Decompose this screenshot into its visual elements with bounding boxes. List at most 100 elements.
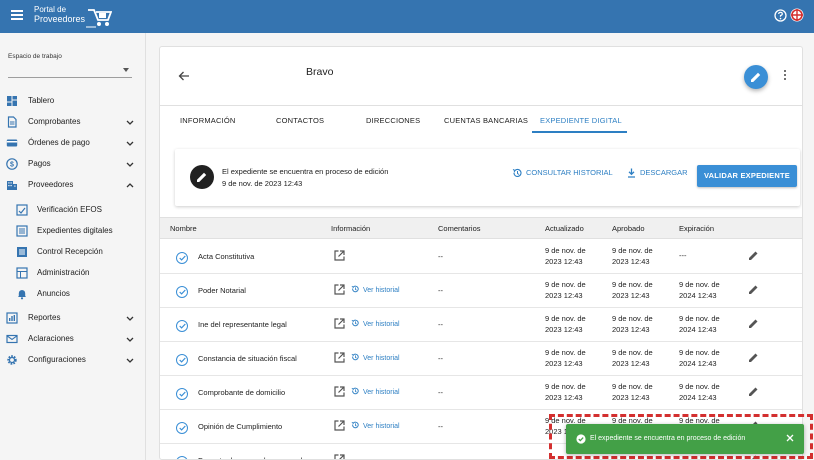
view-history-label: Ver historial xyxy=(363,389,400,396)
chevron-down-icon[interactable] xyxy=(126,314,134,322)
pencil-icon[interactable] xyxy=(748,386,759,397)
expiration-cell: 9 de nov. de2024 12:43 xyxy=(679,382,720,402)
chevron-down-icon[interactable] xyxy=(126,160,134,168)
view-history-label: Ver historial xyxy=(363,287,400,294)
admin-icon xyxy=(16,267,28,279)
sidebar-item-label: Control Recepción xyxy=(37,247,103,256)
updated-cell: 9 de nov. de 2023 12:43 xyxy=(545,348,586,368)
dollar-icon: $ xyxy=(6,158,18,170)
sidebar-item-proveedores[interactable]: Proveedores xyxy=(0,176,146,194)
view-history-link[interactable]: Ver historial xyxy=(351,285,400,294)
download-label: DESCARGAR xyxy=(640,168,688,177)
chevron-down-icon[interactable] xyxy=(126,139,134,147)
open-external-icon[interactable] xyxy=(334,454,345,460)
view-history-link[interactable]: Ver historial xyxy=(351,387,400,396)
chevron-down-icon[interactable] xyxy=(126,356,134,364)
check-circle-icon xyxy=(176,354,188,366)
col-aprobado: Aprobado xyxy=(612,224,645,233)
check-circle-icon xyxy=(176,388,188,400)
chevron-up-icon[interactable] xyxy=(126,181,134,189)
sidebar-item-expedientes-digitales[interactable]: Expedientes digitales xyxy=(0,222,146,240)
pencil-icon[interactable] xyxy=(748,352,759,363)
view-history-label: Ver historial xyxy=(363,321,400,328)
comments-cell: -- xyxy=(438,354,443,363)
close-icon[interactable] xyxy=(786,434,794,442)
sidebar-item-órdenes-de-pago[interactable]: Órdenes de pago xyxy=(0,134,146,152)
expiration-cell: --- xyxy=(679,251,687,260)
open-external-icon[interactable] xyxy=(334,318,345,329)
menu-icon[interactable] xyxy=(11,10,23,20)
tab-informaci-n[interactable]: INFORMACIÓN xyxy=(180,108,236,134)
tab-contactos[interactable]: CONTACTOS xyxy=(276,108,324,134)
gear-icon xyxy=(7,355,17,365)
app-logo[interactable]: Portal de Proveedores xyxy=(33,3,113,29)
open-external-icon[interactable] xyxy=(334,284,345,295)
chevron-down-icon[interactable] xyxy=(126,118,134,126)
sidebar-item-comprobantes[interactable]: Comprobantes xyxy=(0,113,146,131)
page-title: Bravo xyxy=(306,66,334,78)
updated-cell: 9 de nov. de 2023 12:43 xyxy=(545,280,586,300)
dropdown-caret-icon xyxy=(123,68,129,72)
sidebar-item-label: Tablero xyxy=(28,96,55,105)
tab-direcciones[interactable]: DIRECCIONES xyxy=(366,108,420,134)
col-comentarios: Comentarios xyxy=(438,224,481,233)
table-header: Nombre Información Comentarios Actualiza… xyxy=(160,217,802,239)
view-history-link[interactable]: Ver historial xyxy=(351,353,400,362)
sidebar-item-administración[interactable]: Administración xyxy=(0,264,146,282)
sidebar-item-configuraciones[interactable]: Configuraciones xyxy=(0,351,146,369)
comments-cell: -- xyxy=(438,320,443,329)
sidebar-item-reportes[interactable]: Reportes xyxy=(0,309,146,327)
table-row: Acta Constitutiva -- 9 de nov. de 2023 12:4… xyxy=(160,240,802,274)
status-message: El expediente se encuentra en proceso de… xyxy=(222,167,389,176)
sidebar-item-label: Configuraciones xyxy=(28,355,86,364)
view-history-link[interactable]: Ver historial xyxy=(351,319,400,328)
validate-expediente-button[interactable]: VALIDAR EXPEDIENTE xyxy=(697,165,797,187)
tab-cuentas-bancarias[interactable]: CUENTAS BANCARIAS xyxy=(444,108,528,134)
download-button[interactable]: DESCARGAR xyxy=(627,168,688,182)
document-name: Poder Notarial xyxy=(198,286,246,295)
open-external-icon[interactable] xyxy=(334,250,345,261)
pencil-icon[interactable] xyxy=(748,318,759,329)
consult-history-button[interactable]: CONSULTAR HISTORIAL xyxy=(512,168,613,182)
sidebar-item-aclaraciones[interactable]: Aclaraciones xyxy=(0,330,146,348)
workspace-label: Espacio de trabajo xyxy=(8,53,62,60)
reception-icon xyxy=(17,247,27,257)
sidebar-item-label: Aclaraciones xyxy=(28,334,74,343)
edit-fab-button[interactable] xyxy=(744,65,768,89)
help-icon[interactable] xyxy=(774,9,787,22)
dashboard-icon xyxy=(7,96,17,106)
chevron-down-icon[interactable] xyxy=(126,335,134,343)
pencil-icon[interactable] xyxy=(748,284,759,295)
open-external-icon[interactable] xyxy=(334,386,345,397)
sidebar-item-label: Órdenes de pago xyxy=(28,138,90,147)
snackbar-highlight: El expediente se encuentra en proceso de… xyxy=(549,414,813,459)
check-circle-icon xyxy=(576,434,586,444)
payment-card-icon xyxy=(6,139,18,147)
col-informacion: Información xyxy=(331,224,371,233)
receipt-icon xyxy=(7,116,17,128)
sidebar-item-tablero[interactable]: Tablero xyxy=(0,92,146,110)
check-circle-icon xyxy=(176,422,188,434)
folder-list-icon xyxy=(16,225,28,237)
tab-indicator xyxy=(532,131,627,133)
view-history-label: Ver historial xyxy=(363,423,400,430)
open-external-icon[interactable] xyxy=(334,420,345,431)
sidebar-item-control-recepción[interactable]: Control Recepción xyxy=(0,243,146,261)
sidebar-item-verificación-efos[interactable]: Verificación EFOS xyxy=(0,201,146,219)
verify-icon xyxy=(16,204,28,216)
pencil-icon[interactable] xyxy=(748,250,759,261)
back-arrow-icon[interactable] xyxy=(178,70,190,82)
table-row: Poder Notarial Ver historial -- 9 de nov. d… xyxy=(160,274,802,308)
view-history-link[interactable]: Ver historial xyxy=(351,421,400,430)
view-history-label: Ver historial xyxy=(363,355,400,362)
more-options-icon[interactable] xyxy=(782,70,788,82)
sidebar-item-anuncios[interactable]: Anuncios xyxy=(0,285,146,303)
document-name: Acta Constitutiva xyxy=(198,252,255,261)
svg-text:$: $ xyxy=(10,162,14,169)
user-avatar-icon[interactable] xyxy=(790,8,804,22)
logo-line-2: Proveedores xyxy=(34,14,86,24)
sidebar-item-pagos[interactable]: $ Pagos xyxy=(0,155,146,173)
status-panel: El expediente se encuentra en proceso de… xyxy=(175,149,800,206)
open-external-icon[interactable] xyxy=(334,352,345,363)
workspace-select[interactable] xyxy=(8,61,132,78)
